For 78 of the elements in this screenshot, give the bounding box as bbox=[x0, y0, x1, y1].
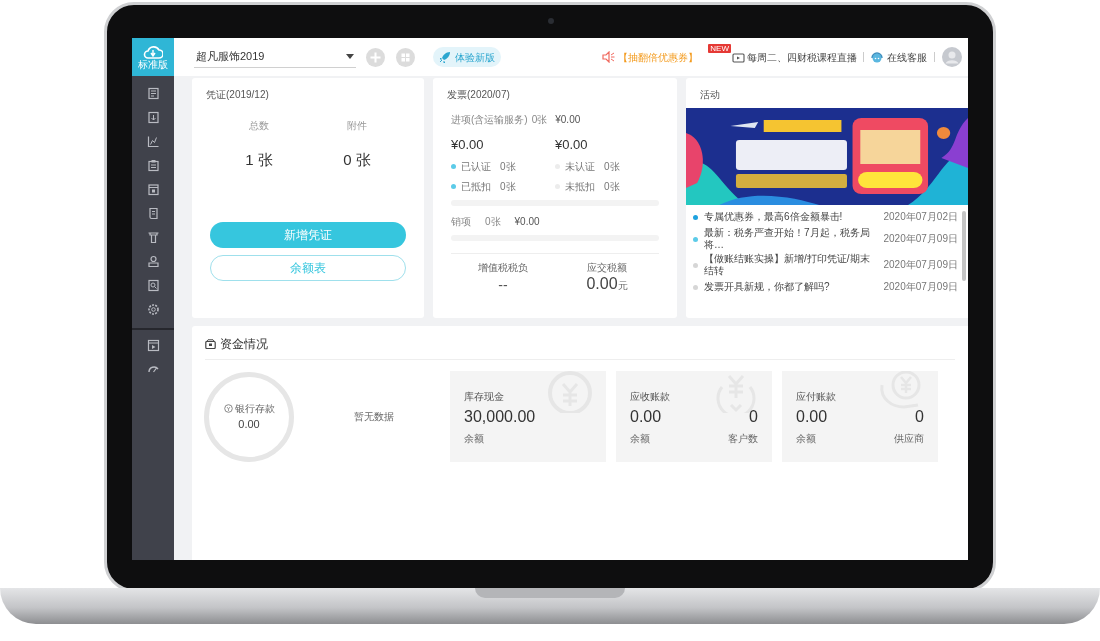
section-title: 资金情况 bbox=[220, 336, 268, 353]
tile-count: 0 bbox=[749, 407, 758, 427]
news-date: 2020年07月09日 bbox=[883, 281, 958, 293]
tile-value: 30,000.00 bbox=[464, 407, 536, 427]
stat-value: 1 张 bbox=[245, 150, 273, 170]
amount-value: ¥0.00 bbox=[555, 137, 588, 152]
status-label: 未抵扣 bbox=[565, 180, 595, 194]
status-label: 已认证 bbox=[461, 160, 491, 174]
tile-subtitle: 余额 bbox=[796, 432, 816, 446]
tile-count-label: 客户数 bbox=[728, 432, 758, 446]
tile-value: 0.00 bbox=[796, 407, 828, 427]
status-count: 0张 bbox=[604, 180, 620, 194]
status-label: 未认证 bbox=[565, 160, 595, 174]
news-date: 2020年07月09日 bbox=[883, 233, 958, 245]
search-icon[interactable] bbox=[146, 279, 160, 292]
cloud-icon bbox=[143, 44, 163, 59]
stat-label: 总数 bbox=[249, 119, 269, 133]
tax-due-value: 0.00 bbox=[586, 275, 618, 293]
input-count: 0张 bbox=[531, 113, 548, 127]
input-amount: ¥0.00 bbox=[555, 113, 581, 127]
tile-count-label: 供应商 bbox=[894, 432, 924, 446]
tax-burden-value: -- bbox=[498, 276, 508, 294]
edition-label: 标准版 bbox=[138, 58, 168, 70]
card-title: 活动 bbox=[699, 88, 721, 102]
caret-icon bbox=[346, 54, 354, 59]
tile-subtitle: 余额 bbox=[630, 432, 650, 446]
card-title: 凭证(2019/12) bbox=[206, 88, 270, 102]
book-icon[interactable] bbox=[146, 207, 160, 220]
stat-value: 0 张 bbox=[343, 150, 371, 170]
chart-icon[interactable] bbox=[146, 135, 160, 148]
new-badge: NEW bbox=[708, 44, 731, 53]
rocket-icon bbox=[439, 51, 451, 63]
news-date: 2020年07月02日 bbox=[883, 211, 958, 223]
tile-subtitle: 余额 bbox=[464, 432, 484, 446]
wallet-icon bbox=[205, 339, 216, 349]
status-count: 0张 bbox=[500, 180, 516, 194]
document-icon[interactable] bbox=[146, 111, 160, 124]
tax-due-label: 应交税额 bbox=[587, 261, 627, 275]
headset-icon bbox=[870, 51, 884, 63]
coin-icon bbox=[223, 404, 233, 414]
settings-icon[interactable] bbox=[146, 303, 160, 316]
status-label: 已抵扣 bbox=[461, 180, 491, 194]
news-date: 2020年07月09日 bbox=[883, 259, 958, 271]
tile-title: 应收账款 bbox=[630, 390, 671, 404]
tax-burden-label: 增值税税负 bbox=[478, 261, 528, 275]
tile-value: 0.00 bbox=[630, 407, 662, 427]
output-count: 0张 bbox=[485, 215, 501, 229]
document-icon[interactable] bbox=[146, 87, 160, 100]
news-link[interactable]: 【做账结账实操】新增/打印凭证/期末结转 bbox=[704, 253, 880, 277]
bank-value: 0.00 bbox=[238, 417, 260, 433]
tile-count: 0 bbox=[915, 407, 924, 427]
currency-icon bbox=[546, 371, 594, 413]
input-label: 进项(含运输服务) bbox=[451, 113, 528, 127]
video-icon[interactable] bbox=[146, 339, 160, 352]
amount-value: ¥0.00 bbox=[451, 137, 484, 152]
stamp-icon[interactable] bbox=[146, 255, 160, 268]
empty-note: 暂无数据 bbox=[354, 410, 395, 424]
support-link[interactable]: 在线客服 bbox=[870, 49, 927, 65]
output-label: 销项 bbox=[451, 215, 471, 229]
clipboard-icon[interactable] bbox=[146, 159, 160, 172]
tv-icon bbox=[732, 51, 745, 63]
speaker-icon bbox=[602, 51, 616, 63]
output-amount: ¥0.00 bbox=[514, 215, 540, 229]
company-select[interactable]: 超凡服饰2019 bbox=[194, 46, 356, 68]
live-course-link[interactable]: 每周二、四财税课程直播 bbox=[732, 49, 857, 65]
scrollbar-thumb[interactable] bbox=[962, 211, 966, 281]
currency-unit: 元 bbox=[617, 280, 628, 293]
status-count: 0张 bbox=[604, 160, 620, 174]
stat-label: 附件 bbox=[347, 119, 367, 133]
news-link[interactable]: 最新：税务严查开始！7月起，税务局将… bbox=[704, 227, 880, 251]
news-link[interactable]: 专属优惠券，最高6倍金额暴击! bbox=[704, 211, 880, 223]
card-title: 发票(2020/07) bbox=[447, 88, 511, 102]
news-link[interactable]: 发票开具新规，你都了解吗? bbox=[704, 281, 880, 293]
calendar-icon[interactable] bbox=[146, 183, 160, 196]
status-count: 0张 bbox=[500, 160, 516, 174]
bank-label: 银行存款 bbox=[234, 402, 275, 417]
tile-title: 库存现金 bbox=[464, 390, 505, 404]
tile-title: 应付账款 bbox=[796, 390, 837, 404]
